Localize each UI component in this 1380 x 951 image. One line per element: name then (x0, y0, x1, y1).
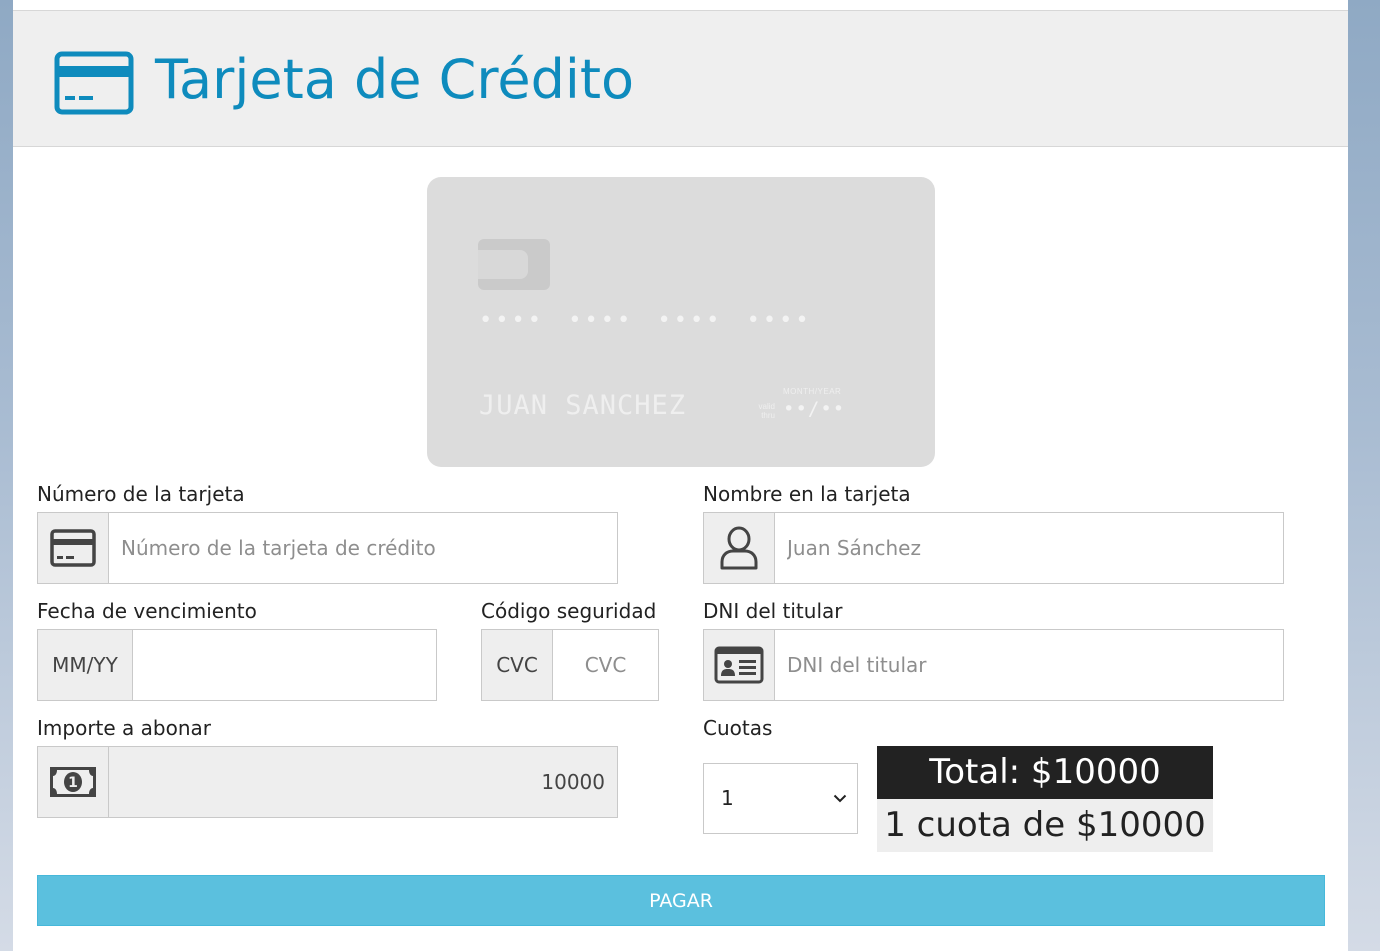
amount-label: Importe a abonar (37, 716, 211, 740)
expiry-input[interactable] (133, 630, 436, 700)
dni-group (703, 629, 1284, 701)
expiry-group: MM/YY (37, 629, 437, 701)
card-chip (478, 239, 550, 290)
quotas-select[interactable]: 1 (703, 763, 858, 834)
card-name-input[interactable] (775, 513, 1283, 583)
amount-input[interactable] (109, 747, 617, 817)
credit-card-icon (50, 529, 96, 567)
card-number-addon (38, 513, 109, 583)
dni-input[interactable] (775, 630, 1283, 700)
quotas-label: Cuotas (703, 716, 773, 740)
cvc-addon: CVC (482, 630, 553, 700)
amount-addon: 1 (38, 747, 109, 817)
dni-addon (704, 630, 775, 700)
card-preview-holder: JUAN SANCHEZ (479, 390, 687, 421)
card-preview-number: •••• •••• •••• •••• (479, 308, 812, 333)
card-preview: •••• •••• •••• •••• JUAN SANCHEZ valid t… (427, 177, 935, 467)
amount-group: 1 (37, 746, 618, 818)
money-bill-icon: 1 (50, 767, 96, 797)
card-name-label: Nombre en la tarjeta (703, 482, 911, 506)
page-title: Tarjeta de Crédito (155, 48, 635, 111)
card-name-addon (704, 513, 775, 583)
card-preview-month-year-label: MONTH/YEAR (783, 387, 842, 396)
card-number-group (37, 512, 618, 584)
payment-panel: Tarjeta de Crédito •••• •••• •••• •••• J… (13, 0, 1348, 951)
card-name-group (703, 512, 1284, 584)
panel-header: Tarjeta de Crédito (13, 10, 1348, 147)
chevron-down-icon (833, 794, 847, 803)
cvc-label: Código seguridad (481, 599, 657, 623)
card-preview-expiry: ••/•• (783, 398, 846, 420)
quotas-selected-value: 1 (721, 786, 734, 810)
user-icon (720, 526, 758, 570)
expiry-label: Fecha de vencimiento (37, 599, 257, 623)
svg-text:1: 1 (68, 775, 78, 791)
quota-breakdown: 1 cuota de $10000 (877, 799, 1213, 852)
pay-button[interactable]: PAGAR (37, 875, 1325, 926)
card-number-input[interactable] (109, 513, 617, 583)
card-preview-valid-thru: valid thru (758, 402, 775, 420)
expiry-addon: MM/YY (38, 630, 133, 700)
id-card-icon (714, 646, 764, 684)
cvc-group: CVC (481, 629, 659, 701)
cvc-input[interactable] (553, 630, 658, 700)
dni-label: DNI del titular (703, 599, 843, 623)
credit-card-icon (54, 51, 134, 115)
total-amount: Total: $10000 (877, 746, 1213, 799)
card-number-label: Número de la tarjeta (37, 482, 245, 506)
